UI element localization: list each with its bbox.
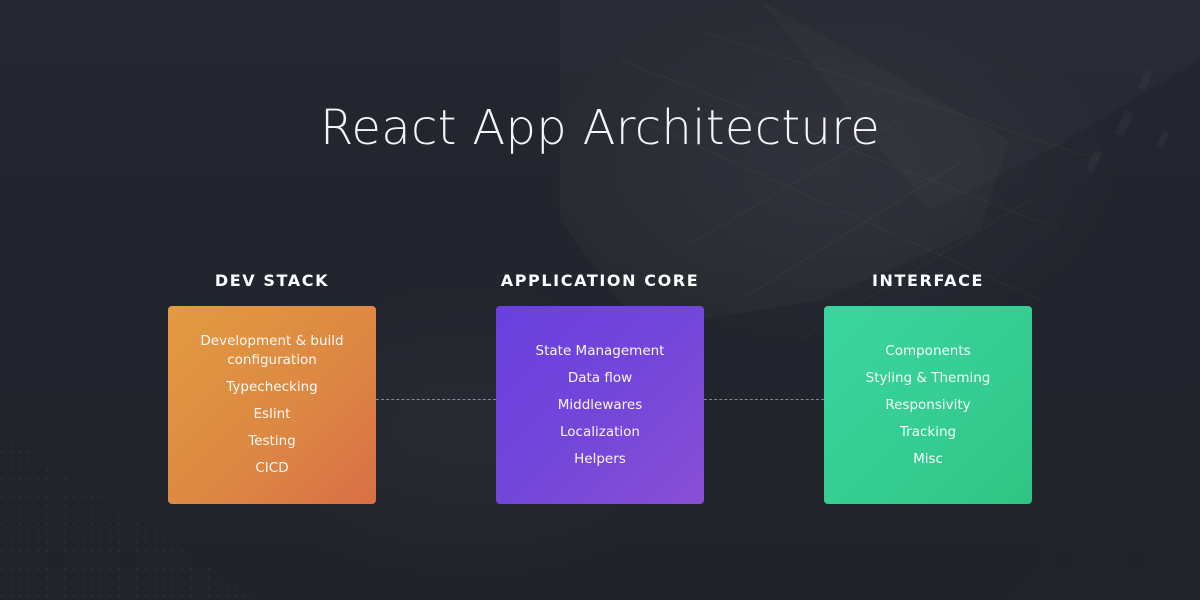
application-core-box: State Management Data flow Middlewares L… bbox=[496, 306, 704, 504]
interface-item-responsivity: Responsivity bbox=[885, 396, 971, 413]
core-item-helpers: Helpers bbox=[574, 450, 626, 467]
dev-stack-item-eslint: Eslint bbox=[253, 406, 291, 422]
interface-item-list: Components Styling & Theming Responsivit… bbox=[866, 342, 991, 469]
core-to-interface-connector bbox=[704, 399, 824, 400]
interface-heading: INTERFACE bbox=[871, 271, 985, 290]
dev-stack-item-list: Development & build configuration Typech… bbox=[182, 332, 362, 478]
dev-stack-item-cicd: CICD bbox=[255, 460, 289, 476]
background-decoration bbox=[0, 29, 1200, 600]
core-item-middlewares: Middlewares bbox=[557, 396, 643, 413]
dev-stack-heading: DEV STACK bbox=[214, 271, 330, 290]
interface-item-styling-theming: Styling & Theming bbox=[865, 369, 991, 386]
core-item-data-flow: Data flow bbox=[567, 369, 633, 386]
core-item-localization: Localization bbox=[560, 423, 640, 440]
dev-stack-item-build-config: Development & build configuration bbox=[200, 333, 344, 368]
interface-item-components: Components bbox=[885, 342, 971, 359]
dev-stack-item-typechecking: Typechecking bbox=[226, 379, 318, 395]
application-core-heading: APPLICATION CORE bbox=[500, 271, 700, 290]
interface-item-tracking: Tracking bbox=[899, 423, 957, 440]
interface-item-misc: Misc bbox=[913, 450, 943, 467]
page-title: React App Architecture bbox=[319, 100, 881, 156]
dev-to-core-connector bbox=[376, 399, 496, 400]
application-core-item-list: State Management Data flow Middlewares L… bbox=[536, 342, 665, 469]
dev-stack-box: Development & build configuration Typech… bbox=[168, 306, 376, 504]
architecture-diagram: React App Architecture DEV STACK APPLICA… bbox=[0, 0, 1200, 600]
core-item-state-management: State Management bbox=[535, 342, 665, 359]
dev-stack-item-testing: Testing bbox=[248, 433, 296, 449]
interface-box: Components Styling & Theming Responsivit… bbox=[824, 306, 1032, 504]
